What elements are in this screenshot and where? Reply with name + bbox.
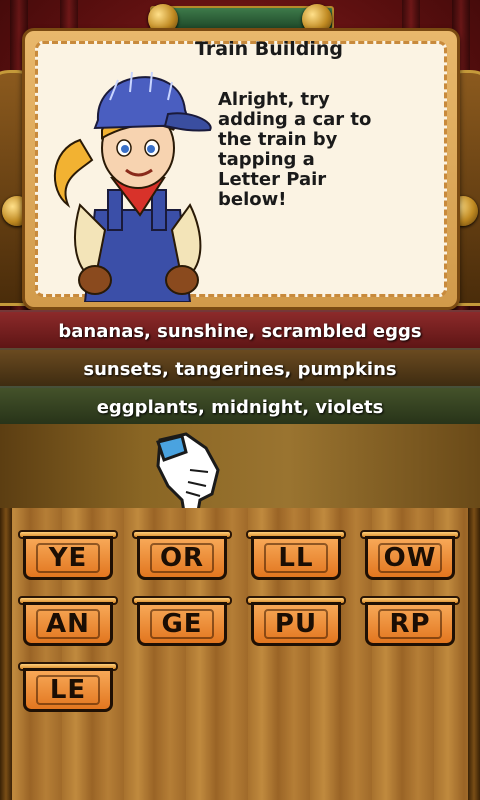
letter-pair-tile[interactable]: OW (360, 530, 460, 580)
tile-label: GE (161, 609, 203, 639)
tile-label: PU (274, 609, 318, 639)
dialog-message: Alright, try adding a car to the train b… (218, 89, 372, 210)
tile-label: AN (46, 609, 90, 639)
tile-box: PU (251, 602, 341, 646)
letter-pair-tile[interactable]: GE (132, 596, 232, 646)
letter-pair-tile[interactable]: LL (246, 530, 346, 580)
tile-box: LL (251, 536, 341, 580)
letter-pair-tile[interactable]: AN (18, 596, 118, 646)
letter-pair-tile[interactable]: OR (132, 530, 232, 580)
hint-bar-purple: eggplants, midnight, violets (0, 386, 480, 428)
tile-label: LE (49, 675, 87, 705)
tile-label: OW (383, 543, 437, 573)
board-edge-left (0, 508, 12, 800)
letter-pair-tile[interactable]: RP (360, 596, 460, 646)
train-track-area (0, 424, 480, 511)
tile-box: OR (137, 536, 227, 580)
letter-pair-tile[interactable]: LE (18, 662, 118, 712)
tile-label: RP (389, 609, 431, 639)
tile-box: RP (365, 602, 455, 646)
tile-label: LL (278, 543, 314, 573)
tile-box: OW (365, 536, 455, 580)
letter-pair-tile[interactable]: PU (246, 596, 346, 646)
letter-pair-tile[interactable]: YE (18, 530, 118, 580)
hint-bar-orange: sunsets, tangerines, pumpkins (0, 348, 480, 390)
hint-bar-red: bananas, sunshine, scrambled eggs (0, 310, 480, 352)
tile-box: YE (23, 536, 113, 580)
board-edge-right (468, 508, 480, 800)
tile-box: GE (137, 602, 227, 646)
tile-box: AN (23, 602, 113, 646)
engineer-character-illustration (53, 71, 212, 302)
tile-label: OR (159, 543, 205, 573)
tile-label: YE (48, 543, 88, 573)
dialog-title: Train Building (195, 38, 343, 60)
tile-box: LE (23, 668, 113, 712)
